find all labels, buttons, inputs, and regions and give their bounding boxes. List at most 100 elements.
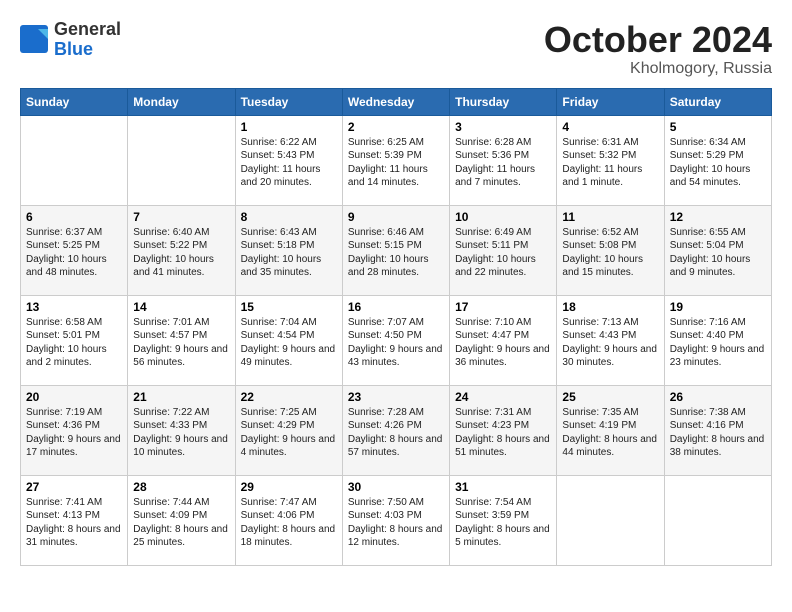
day-number: 26 — [670, 390, 766, 404]
day-number: 1 — [241, 120, 337, 134]
day-number: 25 — [562, 390, 658, 404]
day-number: 20 — [26, 390, 122, 404]
calendar-body: 1 Sunrise: 6:22 AM Sunset: 5:43 PM Daylig… — [21, 115, 772, 565]
calendar-cell: 15 Sunrise: 7:04 AM Sunset: 4:54 PM Dayli… — [235, 295, 342, 385]
day-number: 30 — [348, 480, 444, 494]
day-number: 3 — [455, 120, 551, 134]
calendar-cell — [21, 115, 128, 205]
day-info: Sunrise: 7:19 AM Sunset: 4:36 PM Dayligh… — [26, 406, 122, 460]
calendar-cell: 28 Sunrise: 7:44 AM Sunset: 4:09 PM Dayli… — [128, 475, 235, 565]
day-number: 17 — [455, 300, 551, 314]
calendar-week-row: 20 Sunrise: 7:19 AM Sunset: 4:36 PM Dayli… — [21, 385, 772, 475]
calendar-cell: 5 Sunrise: 6:34 AM Sunset: 5:29 PM Daylig… — [664, 115, 771, 205]
weekday-header: Wednesday — [342, 88, 449, 115]
calendar-cell: 22Sunrise: 7:25 AM Sunset: 4:29 PM Dayli… — [235, 385, 342, 475]
day-info: Sunrise: 7:07 AM Sunset: 4:50 PM Dayligh… — [348, 316, 444, 370]
calendar-cell — [557, 475, 664, 565]
day-number: 16 — [348, 300, 444, 314]
day-number: 11 — [562, 210, 658, 224]
logo-icon — [20, 25, 50, 55]
day-number: 13 — [26, 300, 122, 314]
day-info: Sunrise: 7:31 AM Sunset: 4:23 PM Dayligh… — [455, 406, 551, 460]
calendar-cell: 24Sunrise: 7:31 AM Sunset: 4:23 PM Dayli… — [450, 385, 557, 475]
day-info: Sunrise: 7:16 AM Sunset: 4:40 PM Dayligh… — [670, 316, 766, 370]
day-number: 19 — [670, 300, 766, 314]
day-info: Sunrise: 6:34 AM Sunset: 5:29 PM Dayligh… — [670, 136, 766, 190]
day-info: Sunrise: 6:43 AM Sunset: 5:18 PM Dayligh… — [241, 226, 337, 280]
calendar-cell: 7 Sunrise: 6:40 AM Sunset: 5:22 PM Daylig… — [128, 205, 235, 295]
day-info: Sunrise: 7:13 AM Sunset: 4:43 PM Dayligh… — [562, 316, 658, 370]
calendar-cell: 26 Sunrise: 7:38 AM Sunset: 4:16 PM Dayli… — [664, 385, 771, 475]
calendar-cell: 11Sunrise: 6:52 AM Sunset: 5:08 PM Dayli… — [557, 205, 664, 295]
day-number: 12 — [670, 210, 766, 224]
page-header: General Blue October 2024 Kholmogory, Ru… — [20, 20, 772, 78]
calendar-cell — [664, 475, 771, 565]
day-number: 22 — [241, 390, 337, 404]
calendar-cell: 18 Sunrise: 7:13 AM Sunset: 4:43 PM Dayli… — [557, 295, 664, 385]
day-number: 7 — [133, 210, 229, 224]
calendar-cell: 6Sunrise: 6:37 AM Sunset: 5:25 PM Daylig… — [21, 205, 128, 295]
calendar-cell: 14Sunrise: 7:01 AM Sunset: 4:57 PM Dayli… — [128, 295, 235, 385]
day-info: Sunrise: 7:10 AM Sunset: 4:47 PM Dayligh… — [455, 316, 551, 370]
calendar-cell: 16 Sunrise: 7:07 AM Sunset: 4:50 PM Dayli… — [342, 295, 449, 385]
calendar-cell: 2 Sunrise: 6:25 AM Sunset: 5:39 PM Daylig… — [342, 115, 449, 205]
weekday-header: Friday — [557, 88, 664, 115]
day-info: Sunrise: 6:22 AM Sunset: 5:43 PM Dayligh… — [241, 136, 337, 190]
calendar-cell: 21 Sunrise: 7:22 AM Sunset: 4:33 PM Dayli… — [128, 385, 235, 475]
day-info: Sunrise: 6:28 AM Sunset: 5:36 PM Dayligh… — [455, 136, 551, 190]
day-number: 8 — [241, 210, 337, 224]
day-number: 15 — [241, 300, 337, 314]
logo-blue-text: Blue — [54, 40, 121, 60]
day-number: 28 — [133, 480, 229, 494]
day-info: Sunrise: 6:55 AM Sunset: 5:04 PM Dayligh… — [670, 226, 766, 280]
weekday-header: Monday — [128, 88, 235, 115]
calendar-cell: 25 Sunrise: 7:35 AM Sunset: 4:19 PM Dayli… — [557, 385, 664, 475]
day-info: Sunrise: 6:40 AM Sunset: 5:22 PM Dayligh… — [133, 226, 229, 280]
day-info: Sunrise: 6:58 AM Sunset: 5:01 PM Dayligh… — [26, 316, 122, 370]
day-number: 31 — [455, 480, 551, 494]
calendar-header: SundayMondayTuesdayWednesdayThursdayFrid… — [21, 88, 772, 115]
day-info: Sunrise: 7:04 AM Sunset: 4:54 PM Dayligh… — [241, 316, 337, 370]
day-info: Sunrise: 7:38 AM Sunset: 4:16 PM Dayligh… — [670, 406, 766, 460]
day-info: Sunrise: 7:54 AM Sunset: 3:59 PM Dayligh… — [455, 496, 551, 550]
calendar-cell: 13 Sunrise: 6:58 AM Sunset: 5:01 PM Dayli… — [21, 295, 128, 385]
day-number: 5 — [670, 120, 766, 134]
day-info: Sunrise: 6:25 AM Sunset: 5:39 PM Dayligh… — [348, 136, 444, 190]
location: Kholmogory, Russia — [544, 60, 772, 78]
calendar-cell: 12 Sunrise: 6:55 AM Sunset: 5:04 PM Dayli… — [664, 205, 771, 295]
header-row: SundayMondayTuesdayWednesdayThursdayFrid… — [21, 88, 772, 115]
day-info: Sunrise: 7:35 AM Sunset: 4:19 PM Dayligh… — [562, 406, 658, 460]
day-number: 10 — [455, 210, 551, 224]
day-number: 23 — [348, 390, 444, 404]
calendar-cell: 9 Sunrise: 6:46 AM Sunset: 5:15 PM Daylig… — [342, 205, 449, 295]
day-info: Sunrise: 7:47 AM Sunset: 4:06 PM Dayligh… — [241, 496, 337, 550]
day-info: Sunrise: 7:28 AM Sunset: 4:26 PM Dayligh… — [348, 406, 444, 460]
weekday-header: Sunday — [21, 88, 128, 115]
logo: General Blue — [20, 20, 121, 60]
day-number: 4 — [562, 120, 658, 134]
calendar-cell: 1 Sunrise: 6:22 AM Sunset: 5:43 PM Daylig… — [235, 115, 342, 205]
calendar-cell: 8 Sunrise: 6:43 AM Sunset: 5:18 PM Daylig… — [235, 205, 342, 295]
weekday-header: Saturday — [664, 88, 771, 115]
day-number: 18 — [562, 300, 658, 314]
day-number: 14 — [133, 300, 229, 314]
day-number: 9 — [348, 210, 444, 224]
day-number: 21 — [133, 390, 229, 404]
calendar-cell: 19 Sunrise: 7:16 AM Sunset: 4:40 PM Dayli… — [664, 295, 771, 385]
calendar-week-row: 1 Sunrise: 6:22 AM Sunset: 5:43 PM Daylig… — [21, 115, 772, 205]
weekday-header: Tuesday — [235, 88, 342, 115]
day-info: Sunrise: 7:50 AM Sunset: 4:03 PM Dayligh… — [348, 496, 444, 550]
day-info: Sunrise: 7:41 AM Sunset: 4:13 PM Dayligh… — [26, 496, 122, 550]
calendar-cell: 23 Sunrise: 7:28 AM Sunset: 4:26 PM Dayli… — [342, 385, 449, 475]
day-number: 27 — [26, 480, 122, 494]
day-info: Sunrise: 7:22 AM Sunset: 4:33 PM Dayligh… — [133, 406, 229, 460]
calendar-cell: 4Sunrise: 6:31 AM Sunset: 5:32 PM Daylig… — [557, 115, 664, 205]
day-info: Sunrise: 6:37 AM Sunset: 5:25 PM Dayligh… — [26, 226, 122, 280]
weekday-header: Thursday — [450, 88, 557, 115]
title-block: October 2024 Kholmogory, Russia — [544, 20, 772, 78]
day-info: Sunrise: 6:46 AM Sunset: 5:15 PM Dayligh… — [348, 226, 444, 280]
calendar-cell: 17 Sunrise: 7:10 AM Sunset: 4:47 PM Dayli… — [450, 295, 557, 385]
calendar-cell: 3 Sunrise: 6:28 AM Sunset: 5:36 PM Daylig… — [450, 115, 557, 205]
day-info: Sunrise: 7:44 AM Sunset: 4:09 PM Dayligh… — [133, 496, 229, 550]
day-number: 2 — [348, 120, 444, 134]
